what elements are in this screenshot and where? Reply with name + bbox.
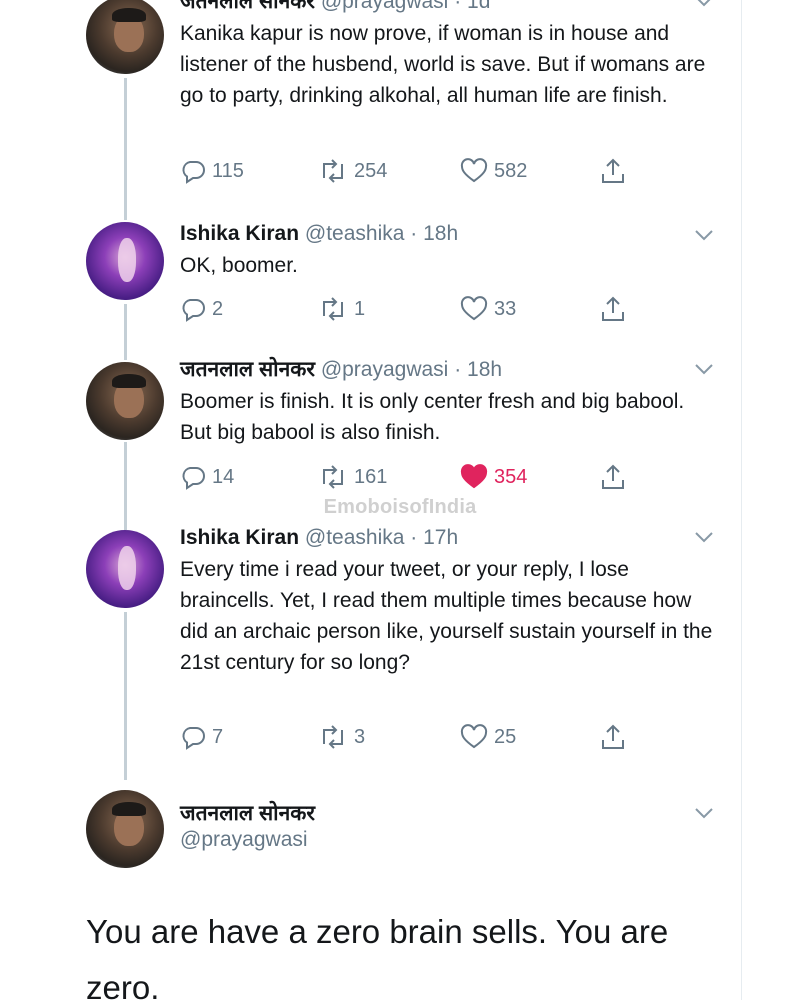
- user-handle[interactable]: @prayagwasi: [321, 0, 449, 13]
- reply-count: 115: [212, 159, 244, 182]
- focused-tweet-text: You are have a zero brain sells. You are…: [86, 913, 669, 1000]
- tweet: जतनलाल सोनकर @prayagwasi · 1d Kanika kap…: [180, 0, 720, 111]
- display-name[interactable]: जतनलाल सोनकर: [180, 802, 315, 825]
- heart-icon: [460, 158, 488, 183]
- tweet-actions: 2 1 33: [180, 294, 660, 324]
- share-upload-icon: [602, 724, 624, 749]
- display-name[interactable]: Ishika Kiran: [180, 526, 299, 549]
- tweet-text: Boomer is finish. It is only center fres…: [180, 390, 685, 444]
- tweet-actions: 115 254 582: [180, 156, 660, 186]
- tweet-header: जतनलाल सोनकर @prayagwasi · 18h: [180, 356, 720, 384]
- share-upload-icon: [602, 464, 624, 489]
- chevron-down-icon[interactable]: [694, 362, 714, 376]
- focused-tweet-header: जतनलाल सोनकर @prayagwasi: [180, 800, 720, 852]
- retweet-count: 3: [354, 725, 366, 748]
- like-button[interactable]: 354: [460, 462, 527, 492]
- watermark: EmoboisofIndia: [323, 496, 477, 518]
- reply-button[interactable]: 14: [180, 462, 234, 492]
- timestamp[interactable]: · 18h: [454, 358, 502, 381]
- reply-count: 14: [212, 465, 235, 488]
- avatar[interactable]: [86, 362, 164, 440]
- chevron-down-icon[interactable]: [694, 806, 714, 820]
- tweet-text: OK, boomer.: [180, 254, 298, 277]
- retweet-button[interactable]: 254: [318, 156, 387, 186]
- retweet-count: 161: [354, 465, 388, 488]
- chevron-down-icon[interactable]: [694, 530, 714, 544]
- heart-icon: [460, 464, 488, 489]
- chevron-down-icon[interactable]: [694, 0, 714, 8]
- like-count: 25: [494, 725, 517, 748]
- tweet: Ishika Kiran @teashika · 18h OK, boomer.: [180, 220, 720, 281]
- reply-button[interactable]: 7: [180, 722, 223, 752]
- tweet-header: Ishika Kiran @teashika · 17h: [180, 524, 720, 552]
- avatar[interactable]: [86, 530, 164, 608]
- reply-count: 2: [212, 297, 224, 320]
- user-handle[interactable]: @teashika: [305, 526, 405, 549]
- twitter-thread-screenshot: जतनलाल सोनकर @prayagwasi · 1d Kanika kap…: [0, 0, 800, 1000]
- avatar[interactable]: [86, 790, 164, 868]
- tweet: Ishika Kiran @teashika · 17h Every time …: [180, 524, 720, 678]
- retweet-button[interactable]: 1: [318, 294, 365, 324]
- share-button[interactable]: [600, 462, 626, 492]
- avatar[interactable]: [86, 0, 164, 74]
- display-name[interactable]: जतनलाल सोनकर: [180, 358, 315, 381]
- tweet-actions: 7 3 25: [180, 722, 660, 752]
- display-name-row: जतनलाल सोनकर: [180, 800, 720, 828]
- retweet-arrows-icon: [323, 297, 343, 321]
- share-upload-icon: [602, 296, 624, 321]
- share-button[interactable]: [600, 294, 626, 324]
- tweet-actions: 14 161 354: [180, 462, 660, 492]
- speech-bubble-icon: [182, 299, 205, 322]
- display-name[interactable]: Ishika Kiran: [180, 222, 299, 245]
- like-count: 582: [494, 159, 528, 182]
- user-handle[interactable]: @teashika: [305, 222, 405, 245]
- retweet-button[interactable]: 3: [318, 722, 365, 752]
- like-count: 33: [494, 297, 517, 320]
- like-button[interactable]: 33: [460, 294, 516, 324]
- like-count: 354: [494, 465, 528, 488]
- tweet-text: Kanika kapur is now prove, if woman is i…: [180, 22, 706, 107]
- thread-line: [124, 304, 127, 360]
- retweet-arrows-icon: [323, 159, 343, 183]
- retweet-count: 1: [354, 297, 366, 320]
- retweet-arrows-icon: [323, 465, 343, 489]
- timestamp[interactable]: · 17h: [410, 526, 458, 549]
- thread-line: [124, 78, 127, 220]
- user-handle[interactable]: @prayagwasi: [321, 358, 449, 381]
- avatar[interactable]: [86, 222, 164, 300]
- like-button[interactable]: 582: [460, 156, 527, 186]
- like-button[interactable]: 25: [460, 722, 516, 752]
- reply-button[interactable]: 115: [180, 156, 244, 186]
- reply-count: 7: [212, 725, 224, 748]
- user-handle[interactable]: @prayagwasi: [180, 828, 720, 852]
- share-upload-icon: [602, 158, 624, 183]
- heart-icon: [460, 724, 488, 749]
- tweet-header: जतनलाल सोनकर @prayagwasi · 1d: [180, 0, 720, 16]
- thread-line: [124, 612, 127, 780]
- tweet-header: Ishika Kiran @teashika · 18h: [180, 220, 720, 248]
- speech-bubble-icon: [182, 727, 205, 750]
- timestamp[interactable]: · 18h: [410, 222, 458, 245]
- chevron-down-icon[interactable]: [694, 228, 714, 242]
- retweet-button[interactable]: 161: [318, 462, 387, 492]
- heart-icon: [460, 296, 488, 321]
- tweet: जतनलाल सोनकर @prayagwasi · 18h Boomer is…: [180, 356, 720, 448]
- tweet-text: Every time i read your tweet, or your re…: [180, 558, 713, 674]
- share-button[interactable]: [600, 722, 626, 752]
- speech-bubble-icon: [182, 161, 205, 184]
- retweet-arrows-icon: [323, 725, 343, 749]
- reply-button[interactable]: 2: [180, 294, 223, 324]
- timestamp[interactable]: · 1d: [454, 0, 490, 13]
- speech-bubble-icon: [182, 467, 205, 490]
- share-button[interactable]: [600, 156, 626, 186]
- retweet-count: 254: [354, 159, 388, 182]
- display-name[interactable]: जतनलाल सोनकर: [180, 0, 315, 13]
